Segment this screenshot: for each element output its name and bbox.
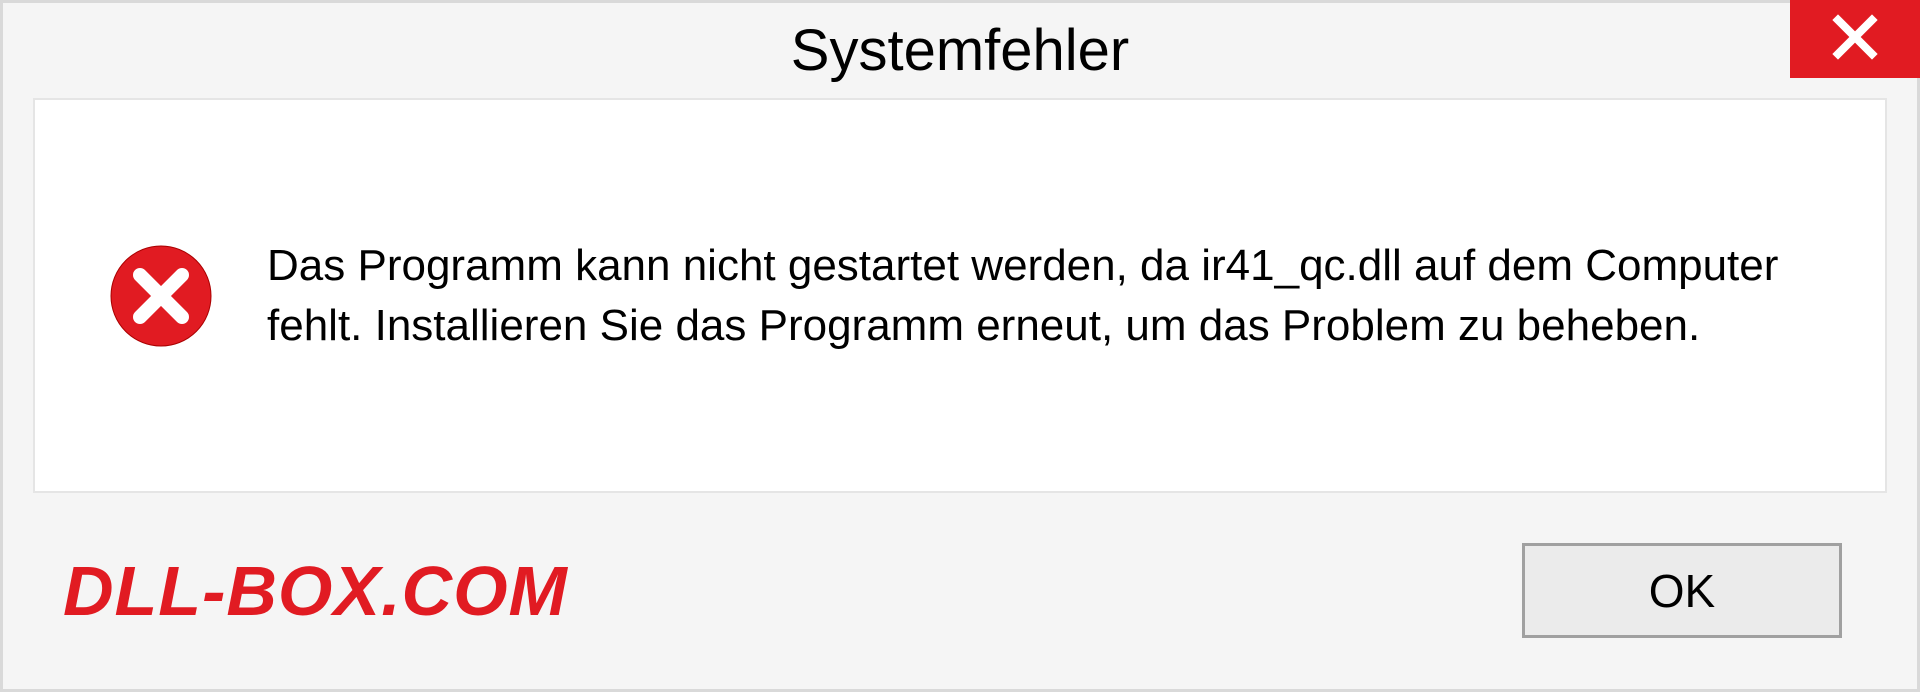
ok-button-label: OK bbox=[1649, 564, 1715, 618]
watermark-text: DLL-BOX.COM bbox=[63, 551, 568, 631]
close-button[interactable] bbox=[1790, 0, 1920, 78]
close-icon bbox=[1832, 14, 1878, 65]
error-icon bbox=[110, 245, 212, 347]
error-dialog: Systemfehler Das Programm kann nicht ges… bbox=[0, 0, 1920, 692]
dialog-title: Systemfehler bbox=[791, 17, 1129, 84]
titlebar: Systemfehler bbox=[3, 3, 1917, 98]
dialog-footer: DLL-BOX.COM OK bbox=[3, 493, 1917, 688]
ok-button[interactable]: OK bbox=[1522, 543, 1842, 638]
content-panel: Das Programm kann nicht gestartet werden… bbox=[33, 98, 1887, 493]
error-message: Das Programm kann nicht gestartet werden… bbox=[267, 236, 1830, 355]
